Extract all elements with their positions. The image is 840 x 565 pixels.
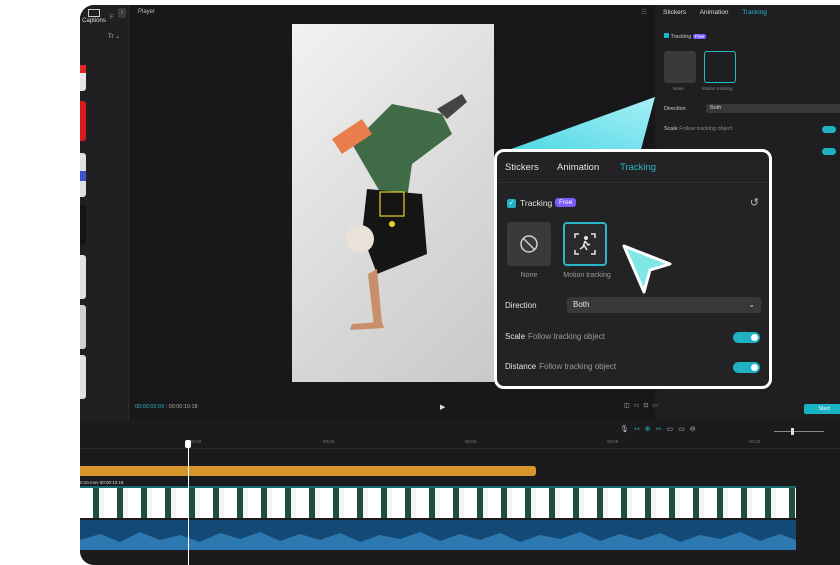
popup-tab-stickers[interactable]: Stickers xyxy=(505,162,539,173)
sticker-thumb-7[interactable] xyxy=(80,355,86,399)
microphone-icon[interactable]: 🎙 xyxy=(620,426,634,433)
total-time: 00:00:10:18 xyxy=(168,404,198,410)
sticker-track-clip[interactable] xyxy=(80,466,536,476)
zoom-slider-handle[interactable] xyxy=(791,428,794,435)
tracking-checkbox[interactable]: ✓ xyxy=(507,199,516,208)
preview-axis-icon[interactable]: ▭ xyxy=(667,426,679,433)
chevron-down-icon: ⌄ xyxy=(748,300,755,309)
crop-icon[interactable]: ◫ xyxy=(624,403,634,409)
scale-toggle-small[interactable] xyxy=(822,126,836,133)
start-button[interactable]: Start xyxy=(804,404,840,414)
option-motion-tracking[interactable] xyxy=(704,51,736,83)
timeline: 🎙⇿⊕⇿▭▭⊖ 00:02 00:04 00:06 00:08 00:10 0:… xyxy=(80,422,840,565)
sticker-thumb-4[interactable] xyxy=(80,205,86,245)
distance-toggle-small[interactable] xyxy=(822,148,836,155)
captions-track-icon[interactable]: ▭ xyxy=(678,426,690,433)
tab-captions[interactable]: Captions xyxy=(80,9,108,24)
link-icon[interactable]: ⇿ xyxy=(634,426,645,433)
properties-tabs: Stickers Animation Tracking xyxy=(663,9,779,16)
option-motion-label: Motion tracking xyxy=(563,272,611,279)
option-none-button[interactable] xyxy=(507,222,551,266)
video-clip-label: 0:10.mov 00:00:10:18 xyxy=(80,480,124,485)
reset-icon[interactable]: ↺ xyxy=(750,196,759,209)
ruler-tick: 00:04 xyxy=(323,439,335,444)
menu-icon[interactable]: ☰ xyxy=(641,8,647,16)
none-icon xyxy=(520,235,538,253)
current-time: 00:00:02:03 xyxy=(135,404,165,410)
ruler-tick: 00:02 xyxy=(190,439,202,444)
chevron-right-icon[interactable]: › xyxy=(118,8,126,18)
option-none-label: None xyxy=(673,86,684,91)
sticker-thumb-2[interactable] xyxy=(80,101,86,141)
free-badge: Free xyxy=(692,34,707,39)
popup-tab-animation[interactable]: Animation xyxy=(557,162,599,173)
sticker-thumb-5[interactable] xyxy=(80,255,86,299)
option-motion-tracking-button[interactable] xyxy=(563,222,607,266)
ruler-tick: 00:10 xyxy=(749,439,761,444)
text-style-dropdown[interactable]: Tr ⌄ xyxy=(108,33,120,40)
motion-tracking-icon xyxy=(574,233,596,255)
direction-label: Direction xyxy=(664,106,686,112)
playhead[interactable] xyxy=(188,442,189,565)
time-ruler: 00:02 00:04 00:06 00:08 00:10 xyxy=(80,438,840,449)
tab-tracking[interactable]: Tracking xyxy=(742,9,767,16)
cursor-arrow-icon xyxy=(622,244,672,294)
callout-pointer xyxy=(500,97,655,153)
tracking-title: Tracking xyxy=(520,198,553,208)
left-panel: Captions F › Tr ⌄ xyxy=(80,5,129,420)
ruler-tick: 00:08 xyxy=(607,439,619,444)
timeline-tools: 🎙⇿⊕⇿▭▭⊖ xyxy=(620,425,701,433)
option-none[interactable] xyxy=(664,51,696,83)
distance-toggle[interactable] xyxy=(733,362,760,373)
play-button[interactable]: ▶ xyxy=(440,403,445,411)
free-badge: Free xyxy=(555,198,577,207)
magnet-icon[interactable]: ⊕ xyxy=(645,426,656,433)
timecode: 00:00:02:03 | 00:00:10:18 xyxy=(135,404,198,410)
snap-icon[interactable]: ⇿ xyxy=(656,426,667,433)
popup-tab-tracking[interactable]: Tracking xyxy=(620,162,656,173)
option-none-label: None xyxy=(520,272,538,279)
direction-label: Direction xyxy=(505,301,537,310)
video-preview[interactable] xyxy=(292,24,494,382)
popup-tabs: Stickers Animation Tracking xyxy=(497,152,769,183)
captions-icon xyxy=(88,9,100,17)
ratio-icon[interactable]: ▭ xyxy=(634,403,644,409)
tab-secondary[interactable]: F xyxy=(110,15,114,21)
distance-row: Distance Follow tracking object xyxy=(505,362,617,371)
direction-select[interactable]: Both xyxy=(706,104,840,113)
sticker-thumb-3[interactable] xyxy=(80,153,86,197)
scale-row: Scale Follow tracking object xyxy=(505,332,605,341)
option-motion-label: Motion tracking xyxy=(702,86,733,91)
ruler-tick: 00:06 xyxy=(465,439,477,444)
breakdancer-image xyxy=(332,94,467,330)
sticker-thumb-6[interactable] xyxy=(80,305,86,349)
sticker-thumb-1[interactable] xyxy=(80,65,86,91)
zoom-slider[interactable] xyxy=(774,431,824,432)
tracking-row: Tracking Free xyxy=(664,33,707,40)
zoom-out-icon[interactable]: ⊖ xyxy=(690,426,701,433)
scale-row: Scale Follow tracking object xyxy=(664,126,733,132)
tab-stickers[interactable]: Stickers xyxy=(663,9,686,16)
tab-animation[interactable]: Animation xyxy=(700,9,729,16)
player-title: Player xyxy=(138,9,156,15)
tracking-checkbox[interactable] xyxy=(664,33,669,38)
playhead-handle[interactable] xyxy=(185,440,191,448)
scale-toggle[interactable] xyxy=(733,332,760,343)
